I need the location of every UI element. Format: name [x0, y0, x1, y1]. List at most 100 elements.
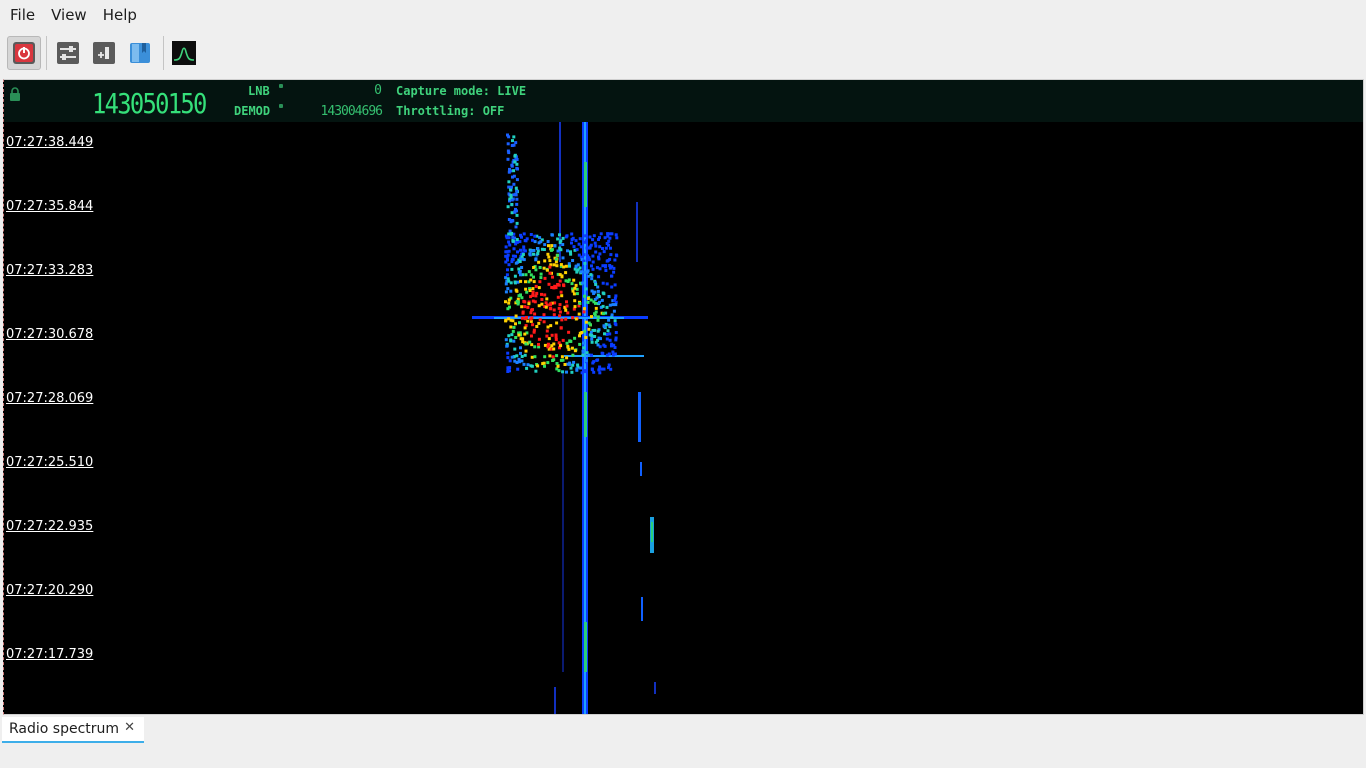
burst-pixel	[507, 263, 511, 267]
burst-pixel	[504, 300, 507, 304]
burst-pixel	[596, 329, 600, 333]
burst-pixel	[504, 250, 508, 254]
burst-pixel	[580, 270, 583, 274]
burst-pixel	[612, 270, 616, 274]
burst-pixel	[590, 353, 593, 357]
burst-pixel	[504, 254, 508, 258]
demod-value[interactable]: 143004696	[304, 104, 383, 119]
burst-pixel	[551, 355, 555, 359]
waterfall-timestamp: 07:27:38.449	[6, 135, 94, 150]
burst-pixel	[512, 325, 516, 329]
burst-pixel	[600, 298, 604, 302]
burst-pixel	[552, 313, 556, 317]
burst-pixel	[523, 332, 527, 336]
menu-file[interactable]: File	[2, 0, 43, 30]
bookmarks-button[interactable]	[123, 36, 157, 70]
burst-pixel	[515, 178, 519, 182]
burst-pixel	[516, 280, 520, 284]
burst-pixel	[593, 241, 597, 245]
burst-pixel	[513, 154, 517, 158]
burst-pixel	[544, 301, 548, 305]
toolbar-separator	[163, 36, 164, 70]
burst-pixel	[603, 332, 606, 336]
bookmark-add-icon	[93, 42, 115, 64]
burst-pixel	[560, 355, 564, 359]
burst-pixel	[589, 330, 593, 334]
spectrum-button[interactable]	[167, 36, 201, 70]
burst-pixel	[520, 305, 524, 309]
burst-pixel	[508, 366, 512, 370]
burst-pixel	[532, 280, 536, 284]
lnb-value[interactable]: 0	[324, 83, 382, 98]
panel-settings-button[interactable]	[51, 36, 85, 70]
burst-pixel	[516, 367, 520, 371]
lnb-lock-icon[interactable]	[279, 84, 283, 88]
carrier-trace	[584, 392, 587, 437]
toolbar	[0, 32, 1366, 74]
burst-pixel	[524, 280, 527, 284]
burst-pixel	[520, 316, 524, 320]
burst-pixel	[580, 371, 584, 375]
burst-pixel	[610, 274, 613, 278]
tab-bar: Radio spectrum ✕	[0, 715, 1366, 768]
burst-pixel	[522, 362, 526, 366]
burst-pixel	[593, 335, 597, 338]
burst-pixel	[515, 189, 519, 193]
burst-pixel	[611, 303, 615, 307]
lock-icon[interactable]	[9, 87, 21, 101]
waterfall-display[interactable]: 07:27:38.449 07:27:35.844 07:27:33.283 07:2…	[4, 122, 1363, 714]
burst-pixel	[531, 308, 534, 312]
menu-help[interactable]: Help	[95, 0, 145, 30]
burst-pixel	[566, 249, 569, 253]
burst-pixel	[509, 195, 513, 199]
waterfall-timestamp: 07:27:28.069	[6, 391, 94, 406]
main-frequency-display[interactable]: 143050150	[92, 88, 207, 120]
burst-pixel	[507, 240, 511, 244]
burst-pixel	[601, 281, 605, 285]
burst-pixel	[590, 315, 593, 319]
tab-radio-spectrum[interactable]: Radio spectrum ✕	[2, 717, 144, 743]
burst-pixel	[599, 232, 603, 236]
burst-pixel	[569, 250, 572, 254]
burst-pixel	[610, 313, 614, 317]
burst-pixel	[506, 149, 510, 153]
burst-pixel	[513, 347, 517, 351]
burst-pixel	[571, 289, 575, 293]
burst-pixel	[602, 367, 606, 371]
burst-pixel	[526, 319, 530, 323]
burst-pixel	[585, 270, 589, 274]
burst-pixel	[507, 298, 511, 302]
burst-pixel	[574, 264, 578, 268]
close-icon[interactable]: ✕	[124, 720, 135, 735]
burst-pixel	[538, 266, 542, 269]
add-bookmark-button[interactable]	[87, 36, 121, 70]
burst-pixel	[588, 246, 592, 250]
burst-pixel	[601, 304, 605, 308]
burst-pixel	[564, 279, 568, 283]
burst-pixel	[571, 353, 575, 357]
burst-pixel	[574, 239, 578, 243]
burst-pixel	[522, 248, 526, 252]
burst-pixel	[549, 248, 553, 252]
demod-lock-icon[interactable]	[279, 104, 283, 108]
burst-pixel	[564, 317, 568, 321]
burst-pixel	[583, 370, 587, 374]
burst-pixel	[528, 252, 532, 256]
burst-pixel	[554, 286, 558, 290]
burst-pixel	[507, 334, 511, 338]
burst-pixel	[542, 266, 546, 270]
burst-pixel	[546, 240, 550, 243]
burst-pixel	[593, 328, 597, 332]
burst-pixel	[523, 300, 527, 304]
burst-pixel	[604, 269, 608, 272]
burst-pixel	[564, 308, 568, 312]
burst-pixel	[546, 325, 550, 329]
burst-pixel	[572, 360, 576, 364]
burst-pixel	[557, 306, 561, 310]
burst-pixel	[589, 273, 593, 277]
power-button[interactable]	[7, 36, 41, 70]
menu-view[interactable]: View	[43, 0, 95, 30]
waterfall-timestamp: 07:27:20.290	[6, 583, 94, 598]
burst-pixel	[506, 157, 510, 161]
burst-pixel	[510, 185, 513, 189]
